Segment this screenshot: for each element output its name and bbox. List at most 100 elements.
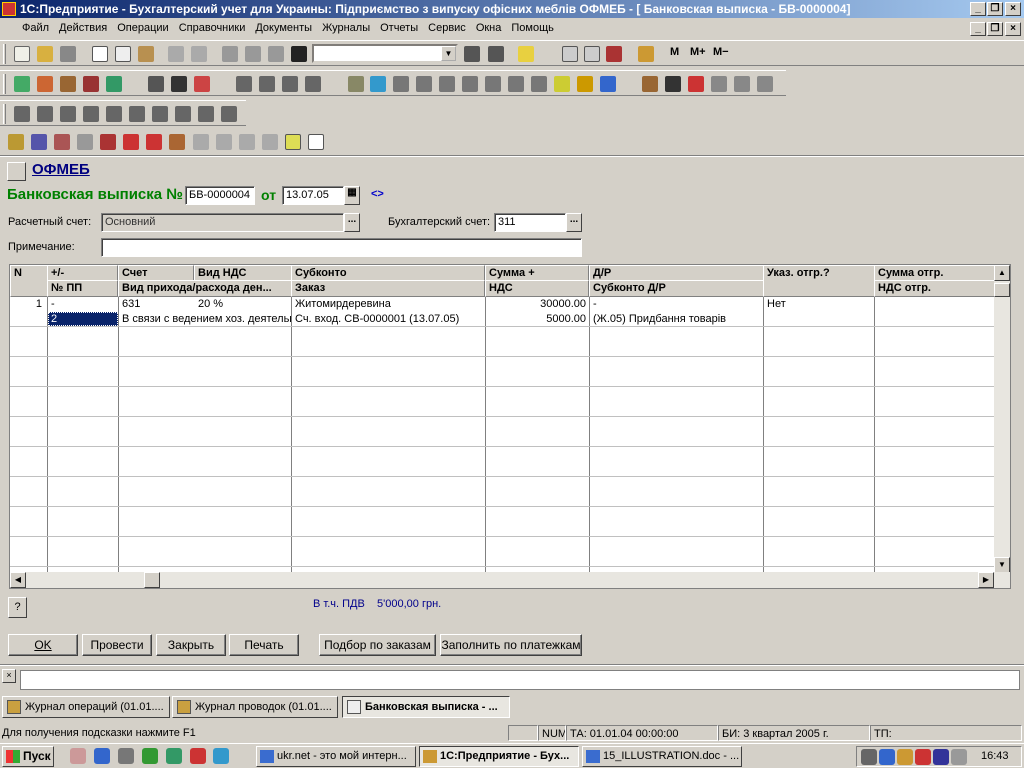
menu-operations[interactable]: Операции bbox=[112, 19, 173, 38]
tray-app-2-icon[interactable] bbox=[897, 749, 913, 765]
tray-app-icon[interactable] bbox=[879, 749, 895, 765]
arrow-down-icon[interactable] bbox=[216, 134, 232, 150]
plus-icon[interactable] bbox=[393, 76, 409, 92]
menu-references[interactable]: Справочники bbox=[174, 19, 251, 38]
cut-icon[interactable] bbox=[92, 46, 108, 62]
find-next-icon[interactable] bbox=[464, 46, 480, 62]
equals-icon[interactable] bbox=[462, 76, 478, 92]
scroll-thumb[interactable] bbox=[994, 283, 1010, 297]
menu-windows[interactable]: Окна bbox=[471, 19, 507, 38]
m-button[interactable]: M bbox=[670, 46, 679, 58]
fill-payments-button[interactable]: Заполнить по платежкам bbox=[440, 634, 582, 656]
col-header-ship[interactable]: Указ. отгр.? bbox=[763, 265, 875, 297]
buh-account-select-button[interactable]: ... bbox=[566, 213, 582, 232]
task-word[interactable]: 15_ILLUSTRATION.doc - ... bbox=[582, 746, 742, 767]
properties-icon[interactable] bbox=[222, 46, 238, 62]
entries-table[interactable]: N +/- № ПП Счет Вид НДС Вид прихода/расх… bbox=[9, 264, 1011, 589]
currency-icon[interactable] bbox=[194, 76, 210, 92]
note-field[interactable] bbox=[101, 238, 582, 257]
print-preview-icon[interactable] bbox=[191, 46, 207, 62]
report-10-icon[interactable] bbox=[221, 106, 237, 122]
entries-icon[interactable] bbox=[60, 76, 76, 92]
clock-icon[interactable] bbox=[171, 76, 187, 92]
tab-entries-journal[interactable]: Журнал проводок (01.01.... bbox=[172, 696, 338, 718]
mark-delete-icon[interactable] bbox=[123, 134, 139, 150]
journal-icon[interactable] bbox=[83, 76, 99, 92]
divide-icon[interactable] bbox=[439, 76, 455, 92]
message-close-button[interactable]: × bbox=[2, 669, 16, 683]
app-icon-2[interactable] bbox=[166, 748, 182, 764]
people-icon[interactable] bbox=[665, 76, 681, 92]
print-button[interactable]: Печать bbox=[229, 634, 299, 656]
language-icon[interactable] bbox=[933, 749, 949, 765]
post-button[interactable]: Провести bbox=[82, 634, 152, 656]
col-header-ship-nds[interactable]: НДС отгр. bbox=[874, 280, 998, 297]
context-help-icon[interactable] bbox=[308, 134, 324, 150]
payment-icon[interactable] bbox=[305, 76, 321, 92]
menu-reports[interactable]: Отчеты bbox=[375, 19, 423, 38]
start-button[interactable]: Пуск bbox=[2, 746, 54, 767]
col-header-vat[interactable]: Вид НДС bbox=[194, 265, 292, 281]
doc-number-field[interactable]: БВ-0000004 bbox=[185, 186, 255, 205]
cell-n[interactable]: 1 bbox=[10, 297, 46, 311]
menu-actions[interactable]: Действия bbox=[54, 19, 112, 38]
copy-row-icon[interactable] bbox=[54, 134, 70, 150]
vertical-scrollbar[interactable]: ▲ ▼ bbox=[994, 265, 1010, 573]
move-row-icon[interactable] bbox=[169, 134, 185, 150]
copy-icon[interactable] bbox=[115, 46, 131, 62]
menu-service[interactable]: Сервис bbox=[423, 19, 471, 38]
cell-ship[interactable]: Нет bbox=[764, 297, 874, 311]
task-browser[interactable]: ukr.net - это мой интерн... bbox=[256, 746, 416, 767]
book-icon[interactable] bbox=[638, 46, 654, 62]
report-7-icon[interactable] bbox=[152, 106, 168, 122]
help-button[interactable]: ? bbox=[8, 597, 27, 618]
report-8-icon[interactable] bbox=[175, 106, 191, 122]
stamp-icon[interactable] bbox=[106, 76, 122, 92]
network-icon[interactable] bbox=[951, 749, 967, 765]
print-icon[interactable] bbox=[168, 46, 184, 62]
pick-orders-button[interactable]: Подбор по заказам bbox=[319, 634, 436, 656]
menu-journals[interactable]: Журналы bbox=[317, 19, 375, 38]
bank-icon[interactable] bbox=[348, 76, 364, 92]
app-icon[interactable] bbox=[2, 2, 16, 16]
report-icon[interactable] bbox=[734, 76, 750, 92]
arrow-right-icon[interactable] bbox=[485, 76, 501, 92]
toolbar-grip[interactable] bbox=[3, 74, 6, 94]
edit-row-icon[interactable] bbox=[77, 134, 93, 150]
tray-k-icon[interactable] bbox=[915, 749, 931, 765]
col-header-ship-sum[interactable]: Сумма отгр. bbox=[874, 265, 998, 281]
report-4-icon[interactable] bbox=[83, 106, 99, 122]
ok-button[interactable]: OK bbox=[8, 634, 78, 656]
col-header-dr[interactable]: Д/Р bbox=[589, 265, 764, 281]
desktop-icon[interactable] bbox=[70, 748, 86, 764]
calendar-icon[interactable] bbox=[584, 46, 600, 62]
m-minus-button[interactable]: M− bbox=[713, 46, 729, 58]
report-5-icon[interactable] bbox=[106, 106, 122, 122]
col-header-kind[interactable]: Вид прихода/расхода ден... bbox=[118, 280, 292, 297]
clear-row-icon[interactable] bbox=[146, 134, 162, 150]
opera-icon[interactable] bbox=[190, 748, 206, 764]
document-list-icon[interactable] bbox=[236, 76, 252, 92]
tab-bank-statement[interactable]: Банковская выписка - ... bbox=[342, 696, 510, 718]
cell-kind[interactable]: В связи с ведением хоз. деятельности bbox=[119, 312, 291, 326]
cell-subconto[interactable]: Житомирдеревина bbox=[292, 297, 485, 311]
person-icon[interactable] bbox=[642, 76, 658, 92]
delete-row-icon[interactable] bbox=[100, 134, 116, 150]
arrows-icon[interactable] bbox=[531, 76, 547, 92]
message-window[interactable] bbox=[20, 670, 1020, 690]
globe-icon[interactable] bbox=[600, 76, 616, 92]
menu-file[interactable]: Файл bbox=[0, 19, 54, 38]
invoice-icon[interactable] bbox=[259, 76, 275, 92]
arrow-up-icon[interactable] bbox=[193, 134, 209, 150]
sort-desc-icon[interactable] bbox=[262, 134, 278, 150]
close-window-button[interactable]: × bbox=[1005, 2, 1021, 16]
undo-icon[interactable] bbox=[245, 46, 261, 62]
col-header-subconto[interactable]: Субконто bbox=[291, 265, 485, 281]
table-icon[interactable] bbox=[711, 76, 727, 92]
terminal-icon[interactable] bbox=[118, 748, 134, 764]
tmc-icon[interactable] bbox=[148, 76, 164, 92]
col-header-dr-subconto[interactable]: Субконто Д/Р bbox=[589, 280, 764, 297]
cell-dr[interactable]: - bbox=[590, 297, 763, 311]
add-row-icon[interactable] bbox=[8, 134, 24, 150]
col-header-account[interactable]: Счет bbox=[118, 265, 194, 281]
